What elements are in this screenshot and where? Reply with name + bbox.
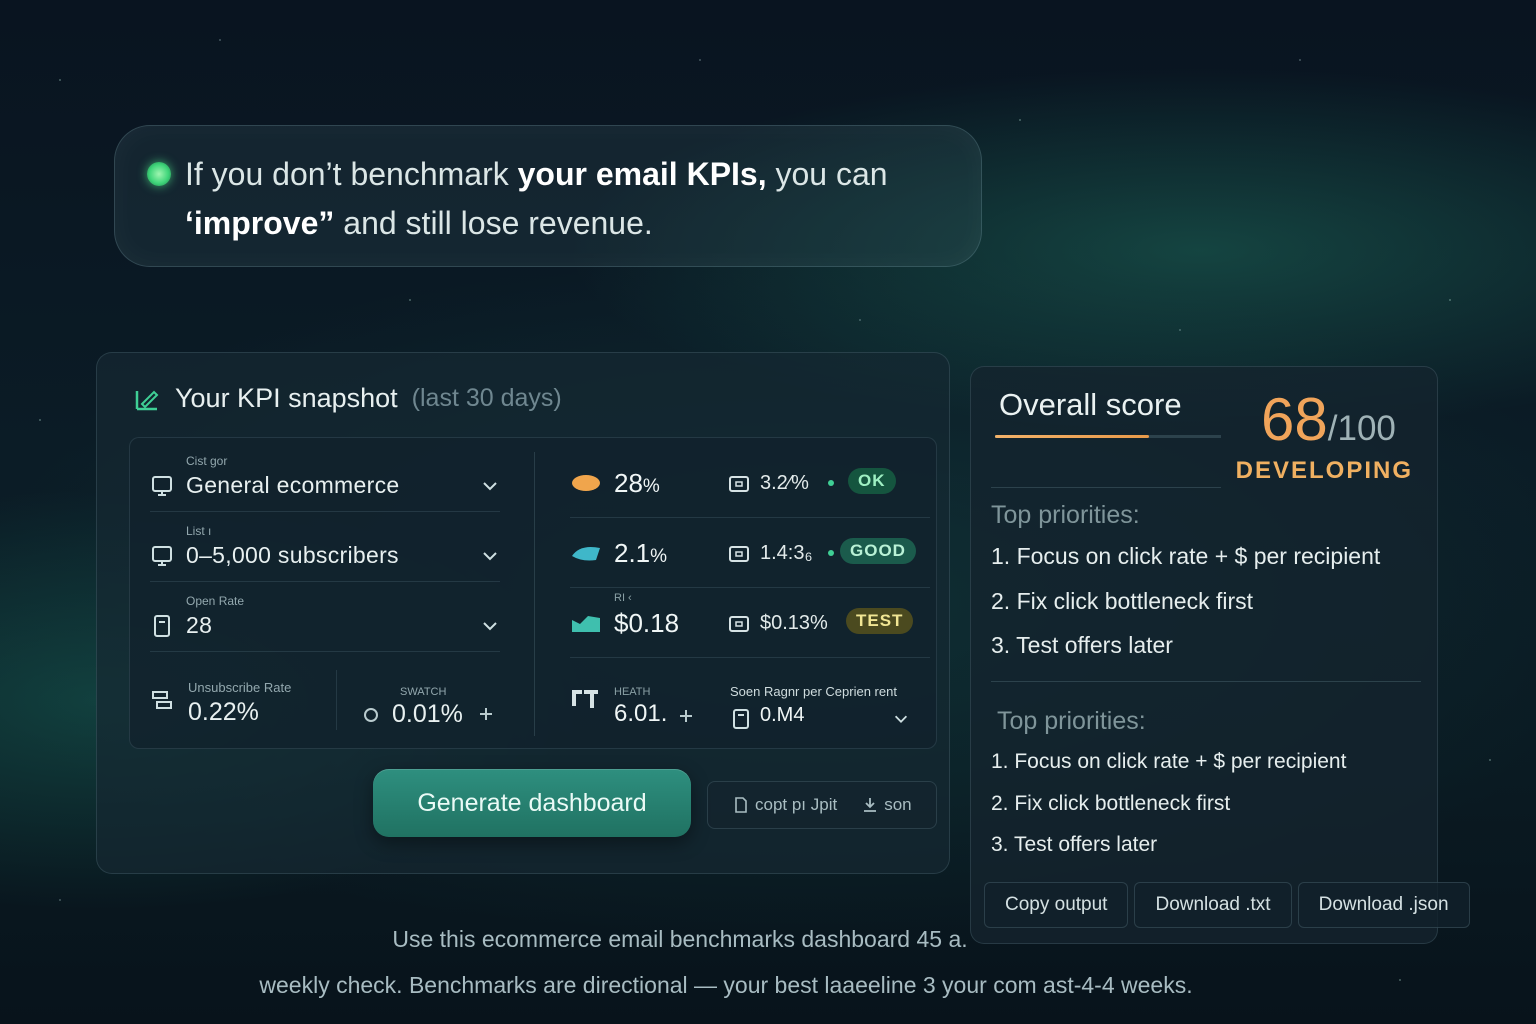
benchmark-icon xyxy=(729,476,749,492)
metric-value: 28% xyxy=(614,468,660,498)
phone-icon xyxy=(733,709,749,729)
list-item: 1. Focus on click rate + $ per recipient xyxy=(991,750,1347,773)
panel-title-text: Your KPI snapshot xyxy=(175,383,398,413)
monitor-icon xyxy=(152,546,172,566)
score-value: 68/100 xyxy=(1261,386,1396,453)
overall-score-panel: Overall score 68/100 DEVELOPING Top prio… xyxy=(970,366,1438,944)
headline-banner: If you don’t benchmark your email KPIs, … xyxy=(114,125,982,267)
panel-title-range: (last 30 days) xyxy=(411,384,562,412)
download-json-button[interactable]: Download .json xyxy=(1297,882,1470,928)
status-dot-icon xyxy=(147,162,171,186)
priorities-list: 1. Focus on click rate + $ per recipient… xyxy=(991,750,1346,875)
decrease-icon[interactable] xyxy=(362,706,380,724)
priorities-heading: Top priorities: xyxy=(991,501,1140,529)
unsubscribe-rate-value: 0.22% xyxy=(188,698,259,726)
open-rate-value: 28 xyxy=(186,612,213,638)
benchmark-icon xyxy=(729,616,749,632)
chevron-down-icon xyxy=(483,552,497,561)
rev-per-recipient-value[interactable]: 0.M4 xyxy=(760,704,804,727)
metric-row-open-rate: 28% 3.2⁄% OK xyxy=(570,448,930,518)
list-item: 3. Test offers later xyxy=(991,833,1158,856)
swatch-field[interactable]: SWATCH 0.01% xyxy=(362,660,522,740)
panel-title: Your KPI snapshot (last 30 days) xyxy=(133,383,562,414)
unsubscribe-icon xyxy=(152,691,172,709)
heath-value: 6.01. xyxy=(614,700,668,727)
status-badge: GOOD xyxy=(840,538,916,564)
rev-per-recipient-label: Soen Ragnr per Ceprien rent xyxy=(730,684,897,699)
chevron-down-icon xyxy=(483,482,497,491)
score-actions: Copy output Download .txt Download .json xyxy=(984,882,1470,928)
industry-select[interactable]: Cist gor General ecommerce xyxy=(150,446,500,512)
benchmark-icon xyxy=(729,546,749,562)
heath-label: HEATH xyxy=(614,686,651,698)
metric-row-revenue: RI ‹ $0.18 $0.13% TEST xyxy=(570,588,930,658)
download-icon xyxy=(864,798,877,812)
list-size-label: List ı xyxy=(186,524,212,538)
list-item: 2. Fix click bottleneck first xyxy=(991,791,1231,815)
metric-tiny-label: RI ‹ xyxy=(614,592,632,604)
kpi-input-form: Cist gor General ecommerce List ı 0–5,00… xyxy=(129,437,937,749)
mini-divider xyxy=(336,670,337,730)
chevron-down-icon xyxy=(483,622,497,631)
list-item: 1. Focus on click rate + $ per recipient xyxy=(991,543,1381,569)
increase-icon[interactable] xyxy=(478,706,494,722)
open-rate-field[interactable]: Open Rate 28 xyxy=(150,586,500,652)
priorities-list: 1. Focus on click rate + $ per recipient… xyxy=(991,543,1380,677)
phone-icon xyxy=(154,615,170,637)
metric-value: $0.18 xyxy=(614,608,680,638)
metric-value: 2.1% xyxy=(614,538,668,568)
adjust-icon[interactable] xyxy=(678,708,694,724)
bar-chart-icon xyxy=(572,690,598,708)
footer-line-1: Use this ecommerce email benchmarks dash… xyxy=(392,926,968,952)
chevron-down-icon[interactable] xyxy=(892,710,910,728)
industry-label: Cist gor xyxy=(186,454,228,468)
score-status-label: DEVELOPING xyxy=(1235,457,1413,484)
metric-row-click-rate: 2.1% 1.4:3₆ GOOD xyxy=(570,518,930,588)
unsubscribe-rate-field[interactable]: Unsubscribe Rate 0.22% xyxy=(150,660,336,740)
pill-shape-icon xyxy=(572,475,600,491)
copy-output-link[interactable]: copt pı Jpit xyxy=(734,795,837,815)
divider xyxy=(991,487,1221,488)
status-badge: TEST xyxy=(846,608,914,634)
edit-chart-icon xyxy=(135,390,159,410)
score-title: Overall score xyxy=(999,387,1182,422)
industry-value: General ecommerce xyxy=(186,472,400,498)
kpi-snapshot-panel: Your KPI snapshot (last 30 days) Cist go… xyxy=(96,352,950,874)
column-divider xyxy=(534,452,535,736)
copy-output-button[interactable]: Copy output xyxy=(984,882,1129,928)
divider xyxy=(991,681,1421,682)
benchmark-value: $0.13% xyxy=(760,612,828,634)
chart-shape-icon xyxy=(572,616,600,632)
footer-line-2: weekly check. Benchmarks are directional… xyxy=(259,972,1193,998)
generate-dashboard-button[interactable]: Generate dashboard xyxy=(373,769,691,837)
status-badge: OK xyxy=(848,468,896,494)
headline-text: If you don’t benchmark your email KPIs, … xyxy=(185,156,888,241)
swatch-value: 0.01% xyxy=(392,700,463,728)
separator-dot xyxy=(828,550,834,556)
list-item: 2. Fix click bottleneck first xyxy=(991,587,1254,614)
benchmark-value: 1.4:3₆ xyxy=(760,542,813,564)
open-rate-label: Open Rate xyxy=(186,594,245,608)
swatch-label: SWATCH xyxy=(400,686,447,698)
list-size-select[interactable]: List ı 0–5,000 subscribers xyxy=(150,516,500,582)
list-item: 3. Test offers later xyxy=(991,632,1173,658)
metric-row-heath: HEATH 6.01. Soen Ragnr per Ceprien rent … xyxy=(570,660,930,730)
download-txt-button[interactable]: Download .txt xyxy=(1134,882,1292,928)
benchmark-value: 3.2⁄% xyxy=(760,472,809,494)
pill-shape-icon xyxy=(572,547,600,561)
download-json-link[interactable]: son xyxy=(863,795,912,815)
score-progress-bar xyxy=(995,435,1221,438)
list-size-value: 0–5,000 subscribers xyxy=(186,542,399,568)
export-controls: copt pı Jpit son xyxy=(707,781,937,829)
unsubscribe-rate-label: Unsubscribe Rate xyxy=(188,680,292,695)
monitor-icon xyxy=(152,476,172,496)
separator-dot xyxy=(828,480,834,486)
score-progress-fill xyxy=(995,435,1149,438)
document-icon xyxy=(735,797,747,813)
priorities-heading: Top priorities: xyxy=(997,707,1146,735)
